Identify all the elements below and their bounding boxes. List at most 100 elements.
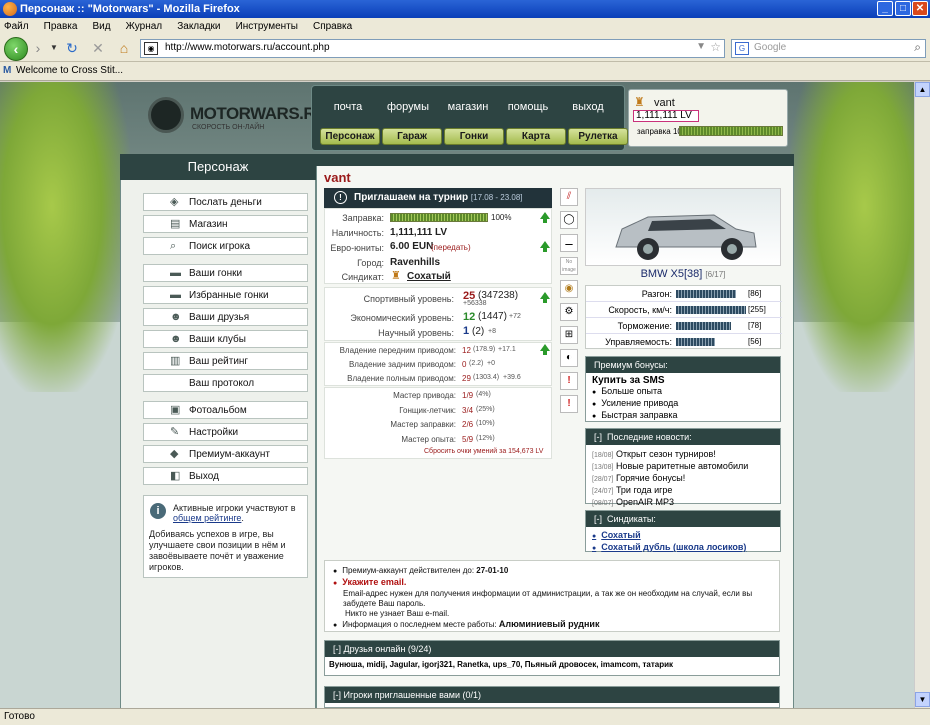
news-item[interactable]: [13/08] Новые раритетные автомобили (592, 461, 774, 473)
friends-icon: ☻ (170, 311, 182, 323)
home-icon[interactable]: ⌂ (116, 40, 132, 56)
shop-button[interactable]: ▤ Магазин (143, 215, 308, 233)
friends-list[interactable]: Вунюша, midij, Jagular, igorj321, Ranetk… (325, 657, 779, 672)
scroll-up-icon[interactable]: ▲ (915, 82, 930, 97)
menu-view[interactable]: Вид (93, 21, 111, 32)
bookmark-star-icon[interactable]: ☆ (710, 40, 721, 54)
reset-skills-link[interactable]: Сбросить очки умений за 154,673 LV (424, 448, 543, 455)
brake-icon[interactable]: ◐ (560, 349, 578, 367)
invited-header[interactable]: [-] Игроки приглашенные вами (0/1) (325, 687, 779, 703)
drive-up-icon[interactable] (540, 344, 550, 355)
menu-file[interactable]: Файл (4, 21, 29, 32)
reload-icon[interactable]: ↻ (64, 40, 80, 56)
syndicates-header[interactable]: [-] Синдикаты: (586, 511, 780, 527)
sport-level-up-icon[interactable] (540, 292, 550, 303)
menu-mail[interactable]: почта (318, 101, 378, 113)
syndicate-link[interactable]: Сохатый дубль (школа лосиков) (592, 542, 774, 554)
news-item[interactable]: [08/07] OpenAIR MP3 (592, 497, 774, 509)
warning-icon[interactable]: ! (560, 395, 578, 413)
history-dropdown-icon[interactable]: ▼ (46, 40, 62, 56)
warning-icon[interactable]: ! (560, 372, 578, 390)
search-input[interactable]: G Google ⌕ (731, 39, 926, 58)
background-splash-right (790, 82, 914, 392)
google-icon[interactable]: G (735, 42, 749, 55)
fuel-up-icon[interactable] (540, 212, 550, 223)
friends-online-box: [-] Друзья онлайн (9/24) Вунюша, midij, … (324, 640, 780, 676)
menu-tools[interactable]: Инструменты (236, 21, 298, 32)
no-image-icon[interactable]: No image (560, 257, 578, 275)
nav-map[interactable]: Карта (506, 128, 566, 145)
menu-forums[interactable]: форумы (378, 101, 438, 113)
syndicate-link[interactable]: Сохатый (407, 271, 451, 282)
menu-bar: Файл Правка Вид Журнал Закладки Инструме… (0, 18, 930, 35)
dropdown-icon[interactable]: ▼ (696, 41, 706, 52)
maximize-button[interactable]: □ (895, 1, 911, 16)
suspension-icon[interactable]: ⊞ (560, 326, 578, 344)
site-logo[interactable]: MOTORWARS.RU (190, 104, 327, 124)
back-button[interactable]: ‹ (4, 37, 28, 61)
your-clubs-button[interactable]: ☻ Ваши клубы (143, 330, 308, 348)
menu-help[interactable]: Справка (313, 21, 352, 32)
exit-button[interactable]: ◧ Выход (143, 467, 308, 485)
logo-icon (148, 97, 184, 133)
tool-icon[interactable]: ⚊ (560, 234, 578, 252)
forward-button[interactable]: › (30, 40, 46, 56)
nav-garage[interactable]: Гараж (382, 128, 442, 145)
user-name[interactable]: vant (654, 97, 675, 109)
nav-character[interactable]: Персонаж (320, 128, 380, 145)
menu-history[interactable]: Журнал (126, 21, 163, 32)
url-bar[interactable]: ◉ http://www.motorwars.ru/account.php ▼ … (140, 39, 725, 58)
settings-icon: ✎ (170, 426, 180, 438)
friends-header[interactable]: [-] Друзья онлайн (9/24) (325, 641, 779, 657)
general-rating-link[interactable]: общем рейтинге (173, 513, 241, 523)
your-rating-button[interactable]: ▥ Ваш рейтинг (143, 352, 308, 370)
tournament-banner[interactable]: ! Приглашаем на турнир [17.08 - 23.08] (324, 188, 552, 208)
news-item[interactable]: [24/07] Три года игре (592, 485, 774, 497)
news-header[interactable]: [-] Последние новости: (586, 429, 780, 445)
photo-album-button[interactable]: ▣ Фотоальбом (143, 401, 308, 419)
scroll-down-icon[interactable]: ▼ (915, 692, 930, 707)
premium-account-button[interactable]: ◆ Премиум-аккаунт (143, 445, 308, 463)
stop-icon[interactable]: ✕ (90, 40, 106, 56)
nav-races[interactable]: Гонки (444, 128, 504, 145)
fuel-bar (679, 126, 783, 136)
settings-button[interactable]: ✎ Настройки (143, 423, 308, 441)
menu-exit[interactable]: выход (558, 101, 618, 113)
news-item[interactable]: [28/07] Горячие бонусы! (592, 473, 774, 485)
your-protocol-button[interactable]: Ваш протокол (143, 374, 308, 392)
transfer-link[interactable]: (передать) (431, 243, 471, 252)
favorite-races-button[interactable]: ▬ Избранные гонки (143, 286, 308, 304)
bookmark-link[interactable]: Welcome to Cross Stit... (16, 65, 123, 76)
page-scrollbar[interactable]: ▲ ▼ (914, 82, 930, 708)
car-name[interactable]: BMW X5[38] [6/17] (585, 268, 781, 280)
send-money-button[interactable]: ◈ Послать деньги (143, 193, 308, 211)
site-favicon: ◉ (144, 42, 158, 55)
car-stat-row: Разгон: [86] (586, 286, 782, 302)
main-panel-header (316, 154, 794, 166)
your-friends-button[interactable]: ☻ Ваши друзья (143, 308, 308, 326)
menu-help[interactable]: помощь (498, 101, 558, 113)
buy-sms-link[interactable]: Купить за SMS (592, 376, 774, 386)
parts-icon[interactable]: ⫽ (560, 188, 578, 206)
minimize-button[interactable]: _ (877, 1, 893, 16)
menu-shop[interactable]: магазин (438, 101, 498, 113)
car-image[interactable] (585, 188, 781, 266)
close-button[interactable]: ✕ (912, 1, 928, 16)
gearbox-icon[interactable]: ⚙ (560, 303, 578, 321)
syndicate-icon: ♜ (391, 270, 401, 282)
search-player-button[interactable]: ⌕ Поиск игрока (143, 237, 308, 255)
premium-box: Премиум бонусы: Купить за SMS Больше опы… (585, 356, 781, 422)
your-races-button[interactable]: ▬ Ваши гонки (143, 264, 308, 282)
bookmark-favicon: M (3, 65, 12, 76)
nav-roulette[interactable]: Рулетка (568, 128, 628, 145)
euro-up-icon[interactable] (540, 241, 550, 252)
menu-edit[interactable]: Правка (44, 21, 78, 32)
premium-icon: ◆ (170, 448, 179, 460)
tire-icon[interactable]: ◯ (560, 211, 578, 229)
engine-icon[interactable]: ◉ (560, 280, 578, 298)
syndicate-link[interactable]: Сохатый (592, 530, 774, 542)
set-email-link[interactable]: Укажите email. (333, 577, 771, 589)
search-icon[interactable]: ⌕ (914, 40, 921, 55)
menu-bookmarks[interactable]: Закладки (177, 21, 220, 32)
news-item[interactable]: [18/08] Открыт сезон турниров! (592, 449, 774, 461)
